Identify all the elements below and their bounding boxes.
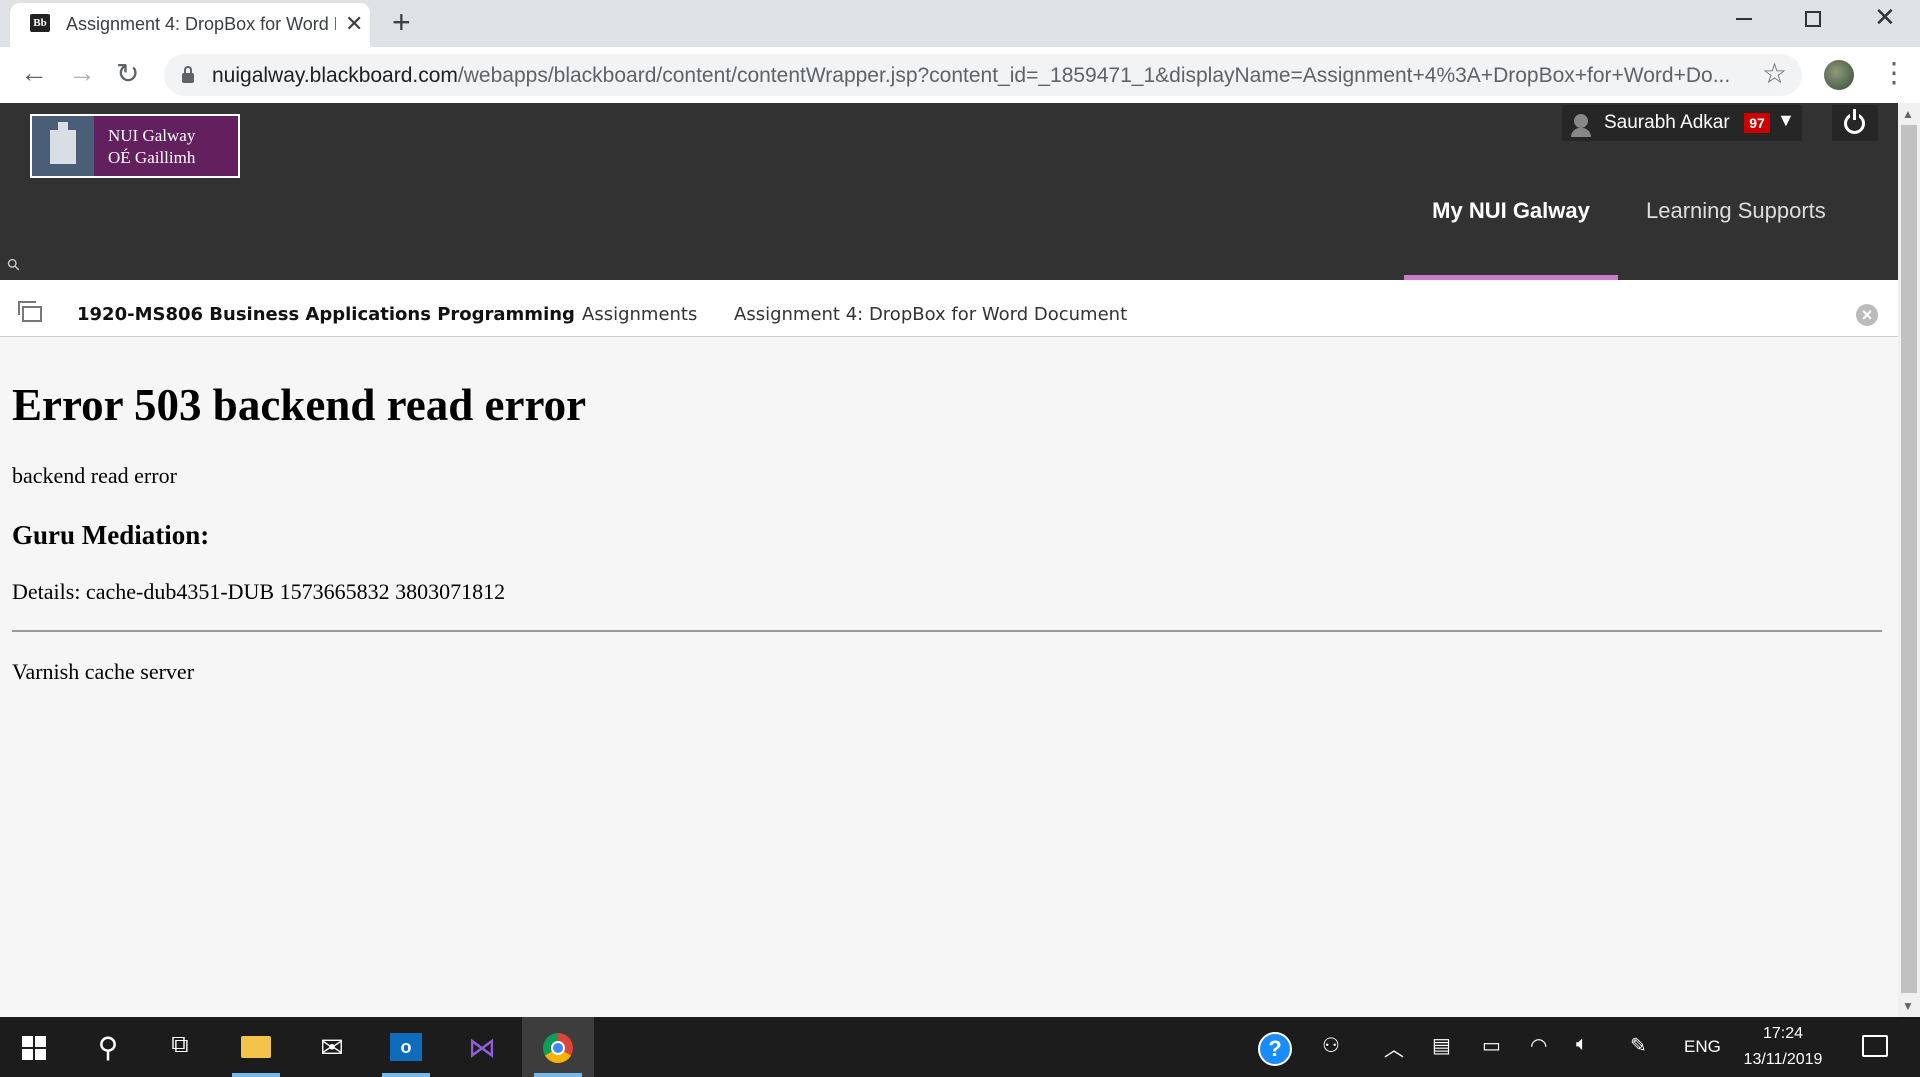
new-tab-button[interactable]: +: [392, 4, 411, 41]
forward-button[interactable]: →: [68, 57, 96, 89]
content-frame: Error 503 backend read error backend rea…: [0, 337, 1898, 1017]
error-message: backend read error: [12, 463, 177, 488]
taskbar-search-button[interactable]: ⚲: [76, 1017, 140, 1077]
mail-icon: ✉: [320, 1032, 344, 1063]
link-icon[interactable]: ⚲: [3, 254, 25, 276]
tab-label: My NUI Galway: [1432, 198, 1590, 223]
url-host: nuigalway.blackboard.com: [212, 64, 458, 87]
university-crest-icon: [32, 116, 94, 176]
window-restore-button[interactable]: [1805, 11, 1821, 27]
pen-icon[interactable]: ✎: [1630, 1033, 1647, 1058]
breadcrumb-course[interactable]: 1920-MS806 Business Applications Program…: [77, 304, 575, 325]
browser-tab[interactable]: Bb Assignment 4: DropBox for Word Docume…: [10, 3, 370, 47]
outlook-button[interactable]: o: [374, 1017, 438, 1077]
site-header: NUI Galway OÉ Gaillimh Saurabh Adkar 97 …: [0, 103, 1898, 280]
notification-badge: 97: [1744, 113, 1770, 133]
logo-text-english: NUI Galway: [108, 126, 196, 145]
running-indicator: [232, 1073, 280, 1077]
running-indicator: [382, 1073, 430, 1077]
running-indicator: [534, 1073, 582, 1077]
breadcrumb: 1920-MS806 Business Applications Program…: [0, 280, 1898, 337]
browser-tab-strip: Bb Assignment 4: DropBox for Word Docume…: [0, 0, 1920, 47]
tab-learning-supports[interactable]: Learning Supports: [1646, 198, 1826, 224]
file-explorer-icon: [241, 1036, 271, 1058]
guru-mediation-heading: Guru Mediation:: [12, 520, 210, 550]
error-title: Error 503 backend read error: [12, 380, 587, 430]
help-icon[interactable]: ?: [1258, 1032, 1292, 1066]
battery-icon[interactable]: ▭: [1482, 1033, 1501, 1058]
scrollbar-thumb[interactable]: [1901, 125, 1917, 993]
scroll-down-icon[interactable]: ▼: [1902, 999, 1914, 1013]
divider: [12, 630, 1882, 632]
browser-menu-icon[interactable]: ⋮: [1880, 56, 1908, 89]
tab-my-nui-galway[interactable]: My NUI Galway: [1404, 103, 1618, 280]
wifi-icon[interactable]: ◠: [1530, 1033, 1547, 1058]
vertical-scrollbar[interactable]: ▲ ▼: [1898, 103, 1920, 1017]
clock-time[interactable]: 17:24: [1738, 1025, 1828, 1043]
url-path: /webapps/blackboard/content/contentWrapp…: [457, 64, 1731, 87]
user-name: Saurabh Adkar: [1604, 112, 1730, 133]
task-view-icon: ⧉: [171, 1031, 189, 1058]
chevron-down-icon: ▼: [1777, 110, 1795, 130]
notification-center-icon[interactable]: [1862, 1035, 1888, 1057]
error-details: Details: cache-dub4351-DUB 1573665832 38…: [12, 579, 506, 604]
chrome-taskbar-button[interactable]: [522, 1017, 594, 1077]
show-hidden-icons-chevron-icon[interactable]: ︿: [1384, 1033, 1404, 1062]
logout-button[interactable]: [1832, 105, 1878, 141]
bookmark-star-icon[interactable]: ☆: [1762, 57, 1787, 90]
lock-icon[interactable]: [182, 66, 194, 83]
server-footer: Varnish cache server: [12, 659, 195, 684]
input-language[interactable]: ENG: [1684, 1037, 1721, 1057]
logo-text-irish: OÉ Gaillimh: [108, 148, 196, 167]
tab-title: Assignment 4: DropBox for Word Document: [66, 14, 336, 34]
volume-icon[interactable]: 🔈︎: [1576, 1033, 1588, 1056]
visual-studio-button[interactable]: ⋈: [450, 1017, 514, 1077]
task-view-button[interactable]: ⧉: [148, 1017, 212, 1077]
chrome-icon: [543, 1033, 573, 1063]
breadcrumb-current-page: Assignment 4: DropBox for Word Document: [734, 304, 1128, 325]
nui-galway-logo[interactable]: NUI Galway OÉ Gaillimh: [30, 114, 240, 178]
mail-button[interactable]: ✉: [300, 1017, 364, 1077]
reload-button[interactable]: ↻: [116, 57, 139, 90]
power-icon: [1844, 109, 1865, 134]
windows-taskbar: ⚲ ⧉ ✉ o ⋈ ? ⚇ ︿ ▤ ▭ ◠ 🔈︎ ✎ ENG 17:24 13/…: [0, 1017, 1920, 1077]
file-explorer-button[interactable]: [224, 1017, 288, 1077]
device-icon[interactable]: ▤: [1432, 1033, 1451, 1058]
window-minimize-button[interactable]: [1736, 0, 1762, 40]
tab-close-icon[interactable]: ✕: [345, 11, 363, 37]
windows-start-icon: [22, 1036, 46, 1060]
breadcrumb-assignments[interactable]: Assignments: [582, 304, 697, 325]
clock-date[interactable]: 13/11/2019: [1730, 1051, 1836, 1069]
close-icon[interactable]: ×: [1856, 304, 1878, 326]
visual-studio-icon: ⋈: [468, 1032, 496, 1063]
outlook-icon: o: [390, 1033, 422, 1061]
browser-toolbar: ← → ↻ nuigalway.blackboard.com/webapps/b…: [0, 47, 1920, 104]
url-text[interactable]: nuigalway.blackboard.com/webapps/blackbo…: [212, 64, 1732, 88]
people-icon[interactable]: ⚇: [1322, 1033, 1340, 1058]
scroll-up-icon[interactable]: ▲: [1902, 107, 1914, 121]
window-close-button[interactable]: ✕: [1874, 2, 1896, 33]
course-menu-toggle-icon[interactable]: [18, 301, 42, 322]
profile-avatar[interactable]: [1824, 60, 1854, 90]
start-button[interactable]: [0, 1017, 64, 1077]
blackboard-favicon-icon: Bb: [30, 14, 50, 32]
search-icon: ⚲: [97, 1032, 119, 1063]
address-bar[interactable]: nuigalway.blackboard.com/webapps/blackbo…: [164, 54, 1802, 96]
back-button[interactable]: ←: [20, 57, 48, 89]
